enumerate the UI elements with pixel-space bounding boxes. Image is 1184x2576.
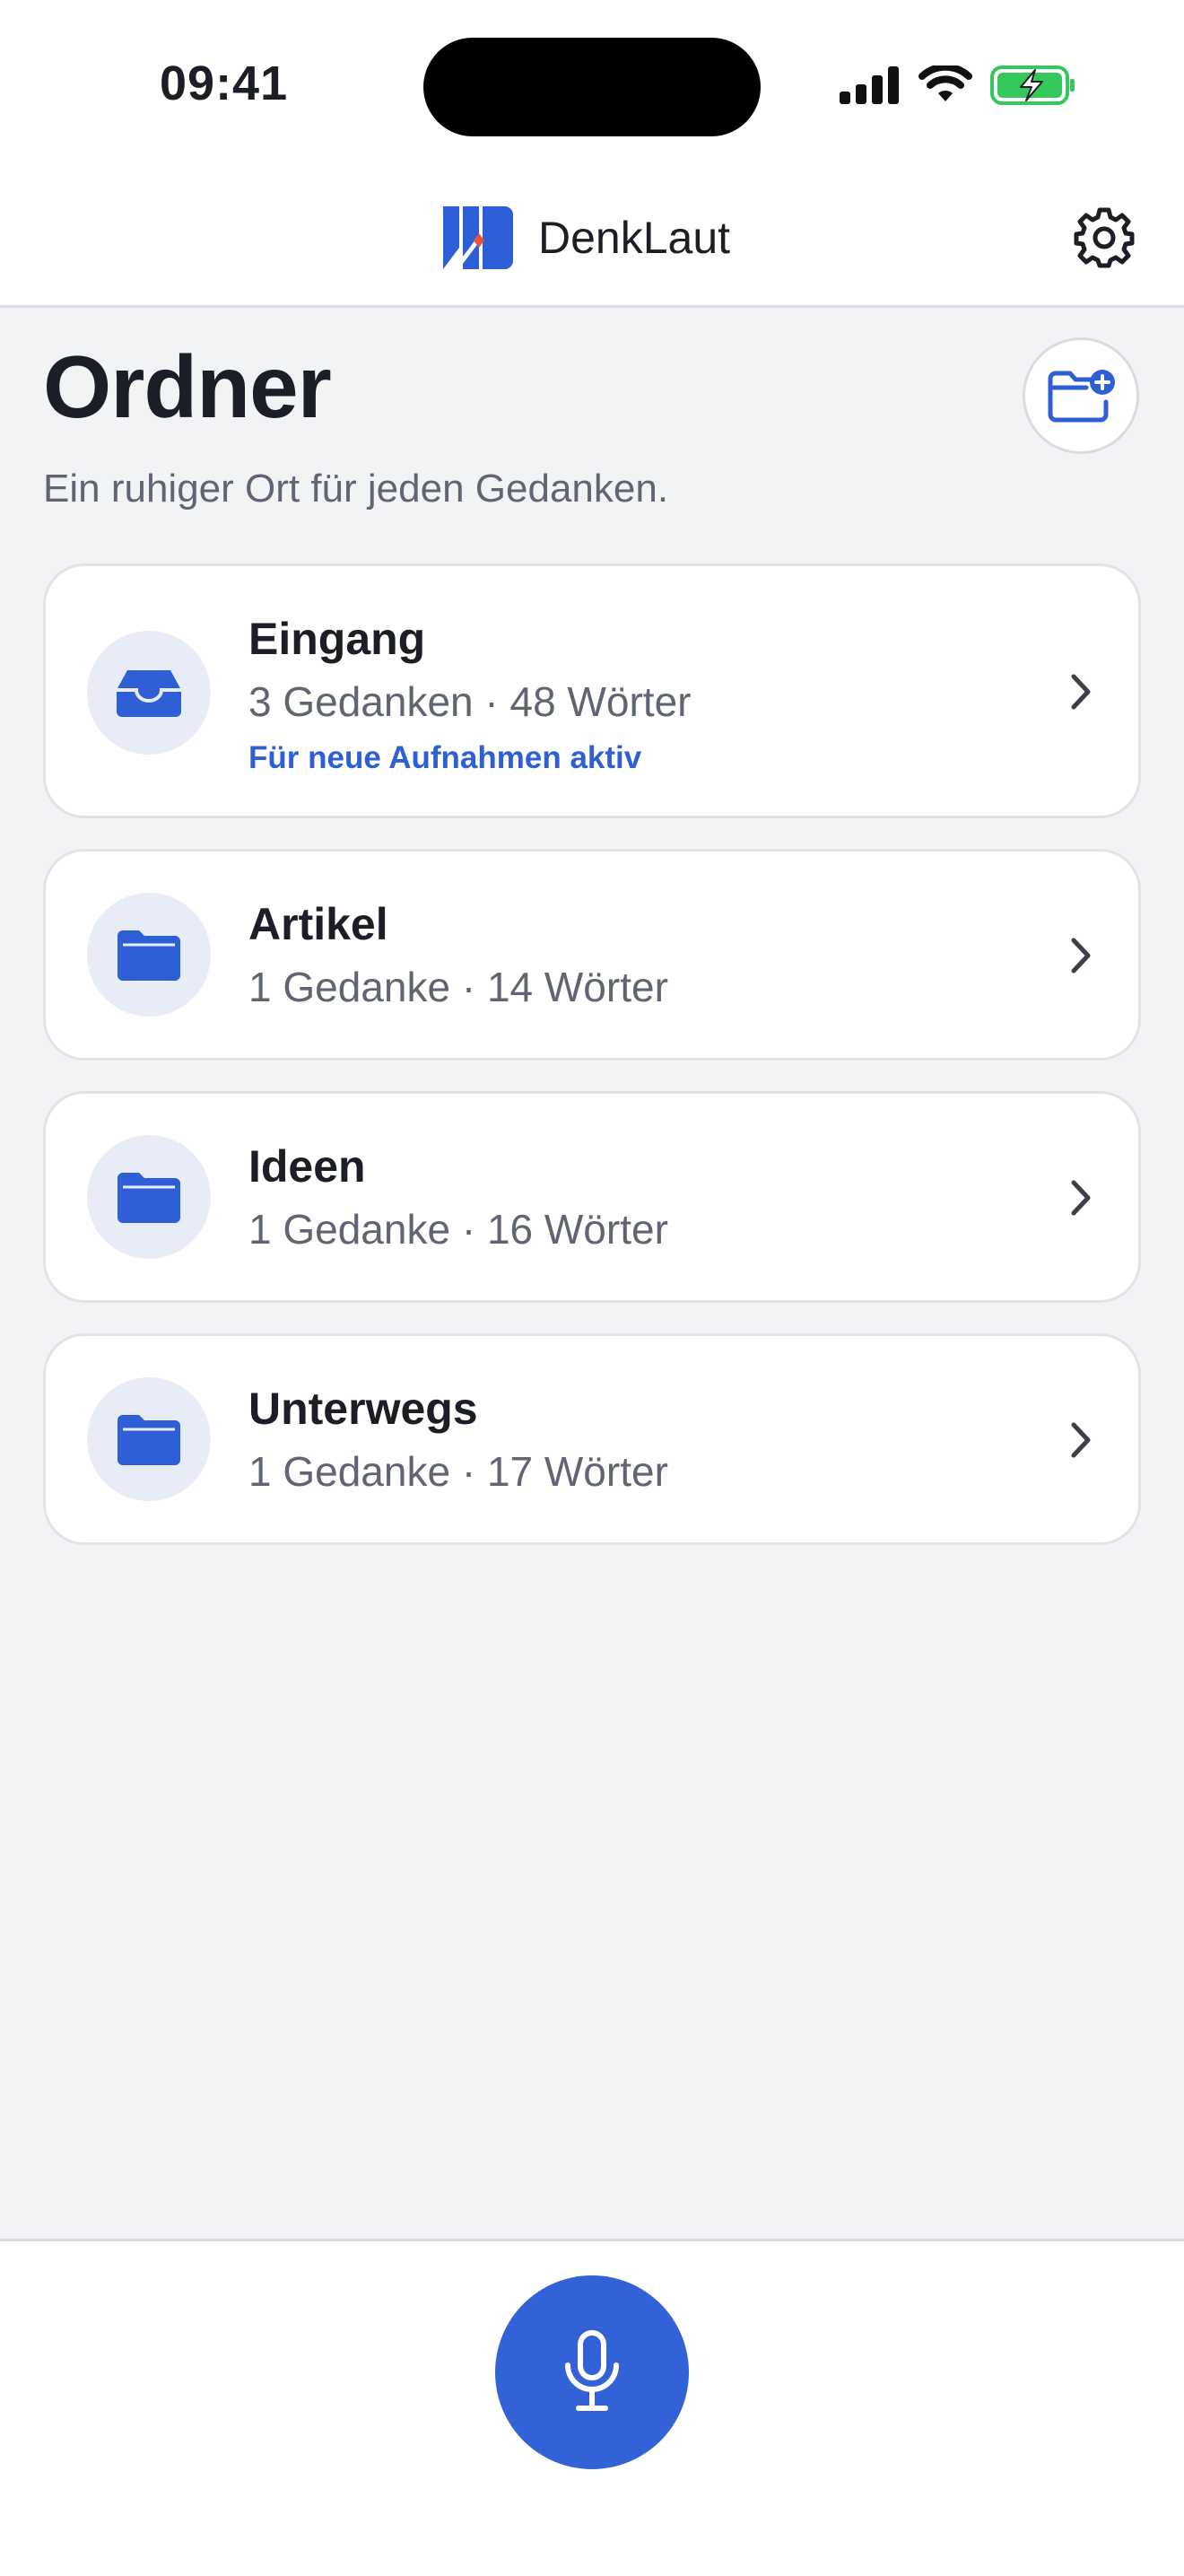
- folder-meta: 1 Gedanke · 14 Wörter: [248, 964, 668, 1010]
- folder-icon: [118, 1415, 180, 1465]
- folder-icon-badge: [87, 893, 211, 1017]
- app-logo-icon: [443, 206, 513, 269]
- page-subtitle: Ein ruhiger Ort für jeden Gedanken.: [43, 467, 669, 511]
- page-title: Ordner: [43, 337, 332, 436]
- folder-icon: [118, 1173, 180, 1223]
- folder-icon: [118, 930, 180, 981]
- folder-icon-badge: [87, 1377, 211, 1501]
- folder-card-artikel[interactable]: Artikel 1 Gedanke · 14 Wörter: [43, 849, 1141, 1061]
- inbox-icon: [117, 670, 181, 717]
- microphone-icon: [565, 2330, 619, 2411]
- battery-charging-icon: [990, 65, 1075, 105]
- status-icons: [840, 65, 1076, 106]
- folder-name: Artikel: [248, 899, 388, 949]
- folder-icon-badge: [87, 631, 211, 755]
- folder-name: Eingang: [248, 614, 426, 664]
- folder-card-eingang[interactable]: Eingang 3 Gedanken · 48 Wörter Für neue …: [43, 563, 1141, 818]
- status-time: 09:41: [160, 57, 289, 110]
- gear-icon: [1074, 207, 1135, 268]
- wifi-icon: [918, 65, 972, 101]
- status-bar: 09:41: [0, 0, 1184, 170]
- folder-meta: 1 Gedanke · 17 Wörter: [248, 1448, 668, 1495]
- bottom-bar: [0, 2239, 1184, 2576]
- app-brand: DenkLaut: [440, 199, 730, 276]
- chevron-right-icon: [1071, 1422, 1091, 1458]
- folder-card-unterwegs[interactable]: Unterwegs 1 Gedanke · 17 Wörter: [43, 1333, 1141, 1545]
- record-button[interactable]: [495, 2275, 689, 2469]
- app-name: DenkLaut: [538, 213, 731, 263]
- folder-card-ideen[interactable]: Ideen 1 Gedanke · 16 Wörter: [43, 1091, 1141, 1303]
- new-folder-button[interactable]: [1023, 337, 1139, 454]
- chevron-right-icon: [1071, 1180, 1091, 1216]
- navigation-bar: DenkLaut: [0, 170, 1184, 308]
- settings-button[interactable]: [1071, 205, 1137, 271]
- folder-meta: 3 Gedanken · 48 Wörter: [248, 678, 692, 725]
- chevron-right-icon: [1071, 674, 1091, 710]
- dynamic-island: [423, 38, 761, 136]
- chevron-right-icon: [1071, 938, 1091, 974]
- folder-add-icon: [1048, 370, 1115, 423]
- cellular-signal-icon: [840, 66, 899, 104]
- folder-icon-badge: [87, 1135, 211, 1259]
- folder-meta: 1 Gedanke · 16 Wörter: [248, 1206, 668, 1253]
- folder-active-note: Für neue Aufnahmen aktiv: [248, 740, 642, 775]
- folder-name: Unterwegs: [248, 1384, 478, 1434]
- folder-name: Ideen: [248, 1141, 366, 1192]
